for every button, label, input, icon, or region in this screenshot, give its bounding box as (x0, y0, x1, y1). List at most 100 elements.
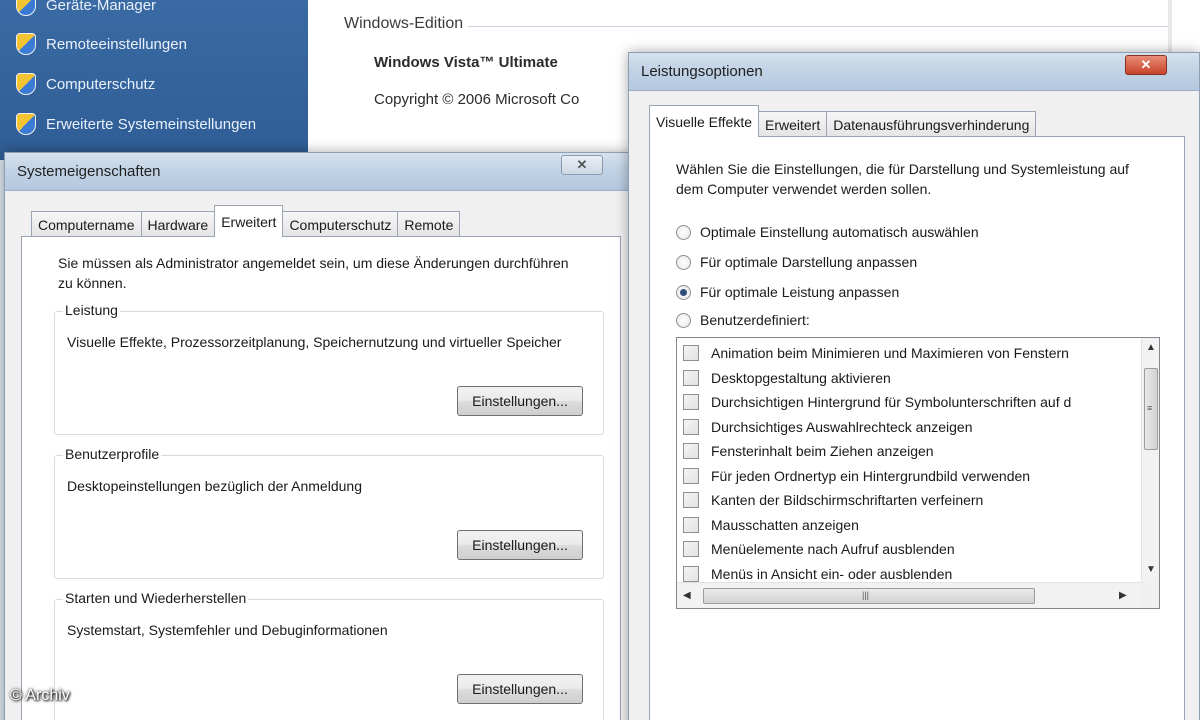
tab-advanced[interactable]: Erweitert (758, 111, 828, 137)
scroll-down-arrow-icon[interactable]: ▼ (1146, 564, 1156, 575)
close-button[interactable]: ✕ (561, 155, 603, 175)
checkbox[interactable] (683, 468, 699, 484)
checkbox[interactable] (683, 566, 699, 582)
group-label: Starten und Wiederherstellen (63, 590, 249, 606)
task-link-remote-settings[interactable]: Remoteeinstellungen (16, 31, 187, 57)
task-link-label: Erweiterte Systemeinstellungen (46, 115, 257, 133)
tab-hardware[interactable]: Hardware (140, 211, 216, 237)
list-item-label: Durchsichtiges Auswahlrechteck anzeigen (711, 419, 973, 435)
task-link-label: Remoteeinstellungen (46, 35, 187, 53)
group-leistung: Leistung Visuelle Effekte, Prozessorzeit… (54, 302, 604, 435)
radio-best-appearance[interactable]: Für optimale Darstellung anpassen (676, 251, 917, 273)
dialog-title: Systemeigenschaften (17, 163, 161, 180)
group-label: Leistung (63, 302, 120, 318)
tab-erweitert[interactable]: Erweitert (214, 205, 284, 237)
tab-visual-effects[interactable]: Visuelle Effekte (649, 105, 759, 137)
horizontal-scroll-thumb[interactable]: ||| (703, 588, 1035, 604)
radio-button-selected[interactable] (676, 284, 691, 300)
radio-best-performance[interactable]: Für optimale Leistung anpassen (676, 281, 899, 303)
radio-label: Optimale Einstellung automatisch auswähl… (700, 224, 979, 240)
dialog-title: Leistungsoptionen (641, 63, 763, 80)
tab-data-execution-prevention[interactable]: Datenausführungsverhinderung (826, 111, 1037, 137)
list-item[interactable]: Animation beim Minimieren und Maximieren… (683, 341, 1069, 365)
task-link-label: Geräte-Manager (46, 0, 157, 14)
profile-settings-button[interactable]: Einstellungen... (457, 530, 583, 560)
list-item[interactable]: Kanten der Bildschirmschriftarten verfei… (683, 488, 983, 512)
list-item[interactable]: Desktopgestaltung aktivieren (683, 366, 891, 390)
radio-button[interactable] (676, 224, 691, 240)
performance-settings-button[interactable]: Einstellungen... (457, 386, 583, 416)
radio-label: Benutzerdefiniert: (700, 312, 810, 328)
horizontal-scrollbar[interactable]: ◀ ||| ▶ (677, 582, 1159, 608)
list-item[interactable]: Mausschatten anzeigen (683, 513, 859, 537)
list-item-label: Menüelemente nach Aufruf ausblenden (711, 541, 955, 557)
task-link-label: Computerschutz (46, 75, 156, 93)
checkbox[interactable] (683, 394, 699, 410)
tab-strip: Visuelle Effekte Erweitert Datenausführu… (649, 105, 1037, 137)
list-item-label: Menüs in Ansicht ein- oder ausblenden (711, 566, 953, 582)
group-description: Desktopeinstellungen bezüglich der Anmel… (67, 478, 362, 494)
copyright-watermark: © Archiv (10, 687, 70, 704)
radio-label: Für optimale Darstellung anpassen (700, 254, 918, 270)
task-link-advanced-settings[interactable]: Erweiterte Systemeinstellungen (16, 111, 256, 137)
checkbox[interactable] (683, 443, 699, 459)
performance-options-dialog: Leistungsoptionen ✕ Visuelle Effekte Erw… (628, 52, 1200, 720)
tab-computername[interactable]: Computername (31, 211, 142, 237)
vertical-scrollbar[interactable]: ▲ ≡ ▼ (1141, 338, 1159, 582)
title-bar[interactable]: Leistungsoptionen ✕ (629, 53, 1199, 91)
radio-button[interactable] (676, 312, 691, 328)
checkbox[interactable] (683, 541, 699, 557)
close-button[interactable]: ✕ (1125, 55, 1167, 75)
radio-custom[interactable]: Benutzerdefiniert: (676, 309, 810, 331)
checkbox[interactable] (683, 345, 699, 361)
admin-notice: Sie müssen als Administrator angemeldet … (58, 255, 569, 291)
system-properties-dialog: Systemeigenschaften ✕ Computername Hardw… (4, 152, 632, 720)
list-item-label: Desktopgestaltung aktivieren (711, 370, 891, 386)
shield-icon (16, 113, 36, 135)
checkbox[interactable] (683, 370, 699, 386)
startup-recovery-settings-button[interactable]: Einstellungen... (457, 674, 583, 704)
task-pane: Geräte-Manager Remoteeinstellungen Compu… (0, 0, 308, 160)
radio-auto-select[interactable]: Optimale Einstellung automatisch auswähl… (676, 221, 979, 243)
shield-icon (16, 33, 36, 55)
list-item-label: Durchsichtigen Hintergrund für Symbolunt… (711, 394, 1072, 410)
list-item-label: Animation beim Minimieren und Maximieren… (711, 345, 1069, 361)
list-item[interactable]: Durchsichtiges Auswahlrechteck anzeigen (683, 415, 972, 439)
radio-button[interactable] (676, 254, 691, 270)
vertical-scroll-thumb[interactable]: ≡ (1144, 368, 1158, 450)
title-bar[interactable]: Systemeigenschaften ✕ (5, 153, 631, 191)
list-item[interactable]: Fensterinhalt beim Ziehen anzeigen (683, 439, 934, 463)
checkbox[interactable] (683, 492, 699, 508)
list-item-label: Fensterinhalt beim Ziehen anzeigen (711, 443, 934, 459)
list-item-label: Mausschatten anzeigen (711, 517, 859, 533)
section-divider (468, 26, 1168, 27)
visual-effects-list[interactable]: Animation beim Minimieren und Maximieren… (676, 337, 1160, 609)
checkbox[interactable] (683, 517, 699, 533)
task-link-system-protection[interactable]: Computerschutz (16, 71, 155, 97)
edition-name: Windows Vista™ Ultimate (374, 54, 558, 71)
scroll-corner (1141, 582, 1159, 608)
tab-strip: Computername Hardware Erweitert Computer… (31, 205, 461, 237)
group-starten-wiederherstellen: Starten und Wiederherstellen Systemstart… (54, 590, 604, 720)
list-item-label: Kanten der Bildschirmschriftarten verfei… (711, 492, 984, 508)
windows-edition-heading: Windows-Edition (344, 15, 464, 32)
radio-label: Für optimale Leistung anpassen (700, 284, 900, 300)
task-link-device-manager[interactable]: Geräte-Manager (16, 0, 156, 18)
group-description: Systemstart, Systemfehler und Debuginfor… (67, 622, 388, 638)
grip-icon: ||| (862, 590, 870, 600)
scroll-right-arrow-icon[interactable]: ▶ (1119, 590, 1127, 601)
scroll-left-arrow-icon[interactable]: ◀ (683, 590, 691, 601)
tab-remote[interactable]: Remote (397, 211, 461, 237)
list-item[interactable]: Für jeden Ordnertyp ein Hintergrundbild … (683, 464, 1030, 488)
list-item[interactable]: Durchsichtigen Hintergrund für Symbolunt… (683, 390, 1071, 414)
scroll-up-arrow-icon[interactable]: ▲ (1146, 342, 1156, 353)
checkbox[interactable] (683, 419, 699, 435)
tab-computerschutz[interactable]: Computerschutz (282, 211, 399, 237)
tab-page-erweitert: Sie müssen als Administrator angemeldet … (21, 236, 621, 720)
list-item[interactable]: Menüelemente nach Aufruf ausblenden (683, 537, 955, 561)
group-description: Visuelle Effekte, Prozessorzeitplanung, … (67, 334, 562, 350)
dialog-client: Computername Hardware Erweitert Computer… (11, 191, 625, 720)
shield-icon (16, 0, 36, 16)
settings-description: Wählen Sie die Einstellungen, die für Da… (676, 161, 1129, 197)
dialog-client: Visuelle Effekte Erweitert Datenausführu… (635, 91, 1193, 720)
